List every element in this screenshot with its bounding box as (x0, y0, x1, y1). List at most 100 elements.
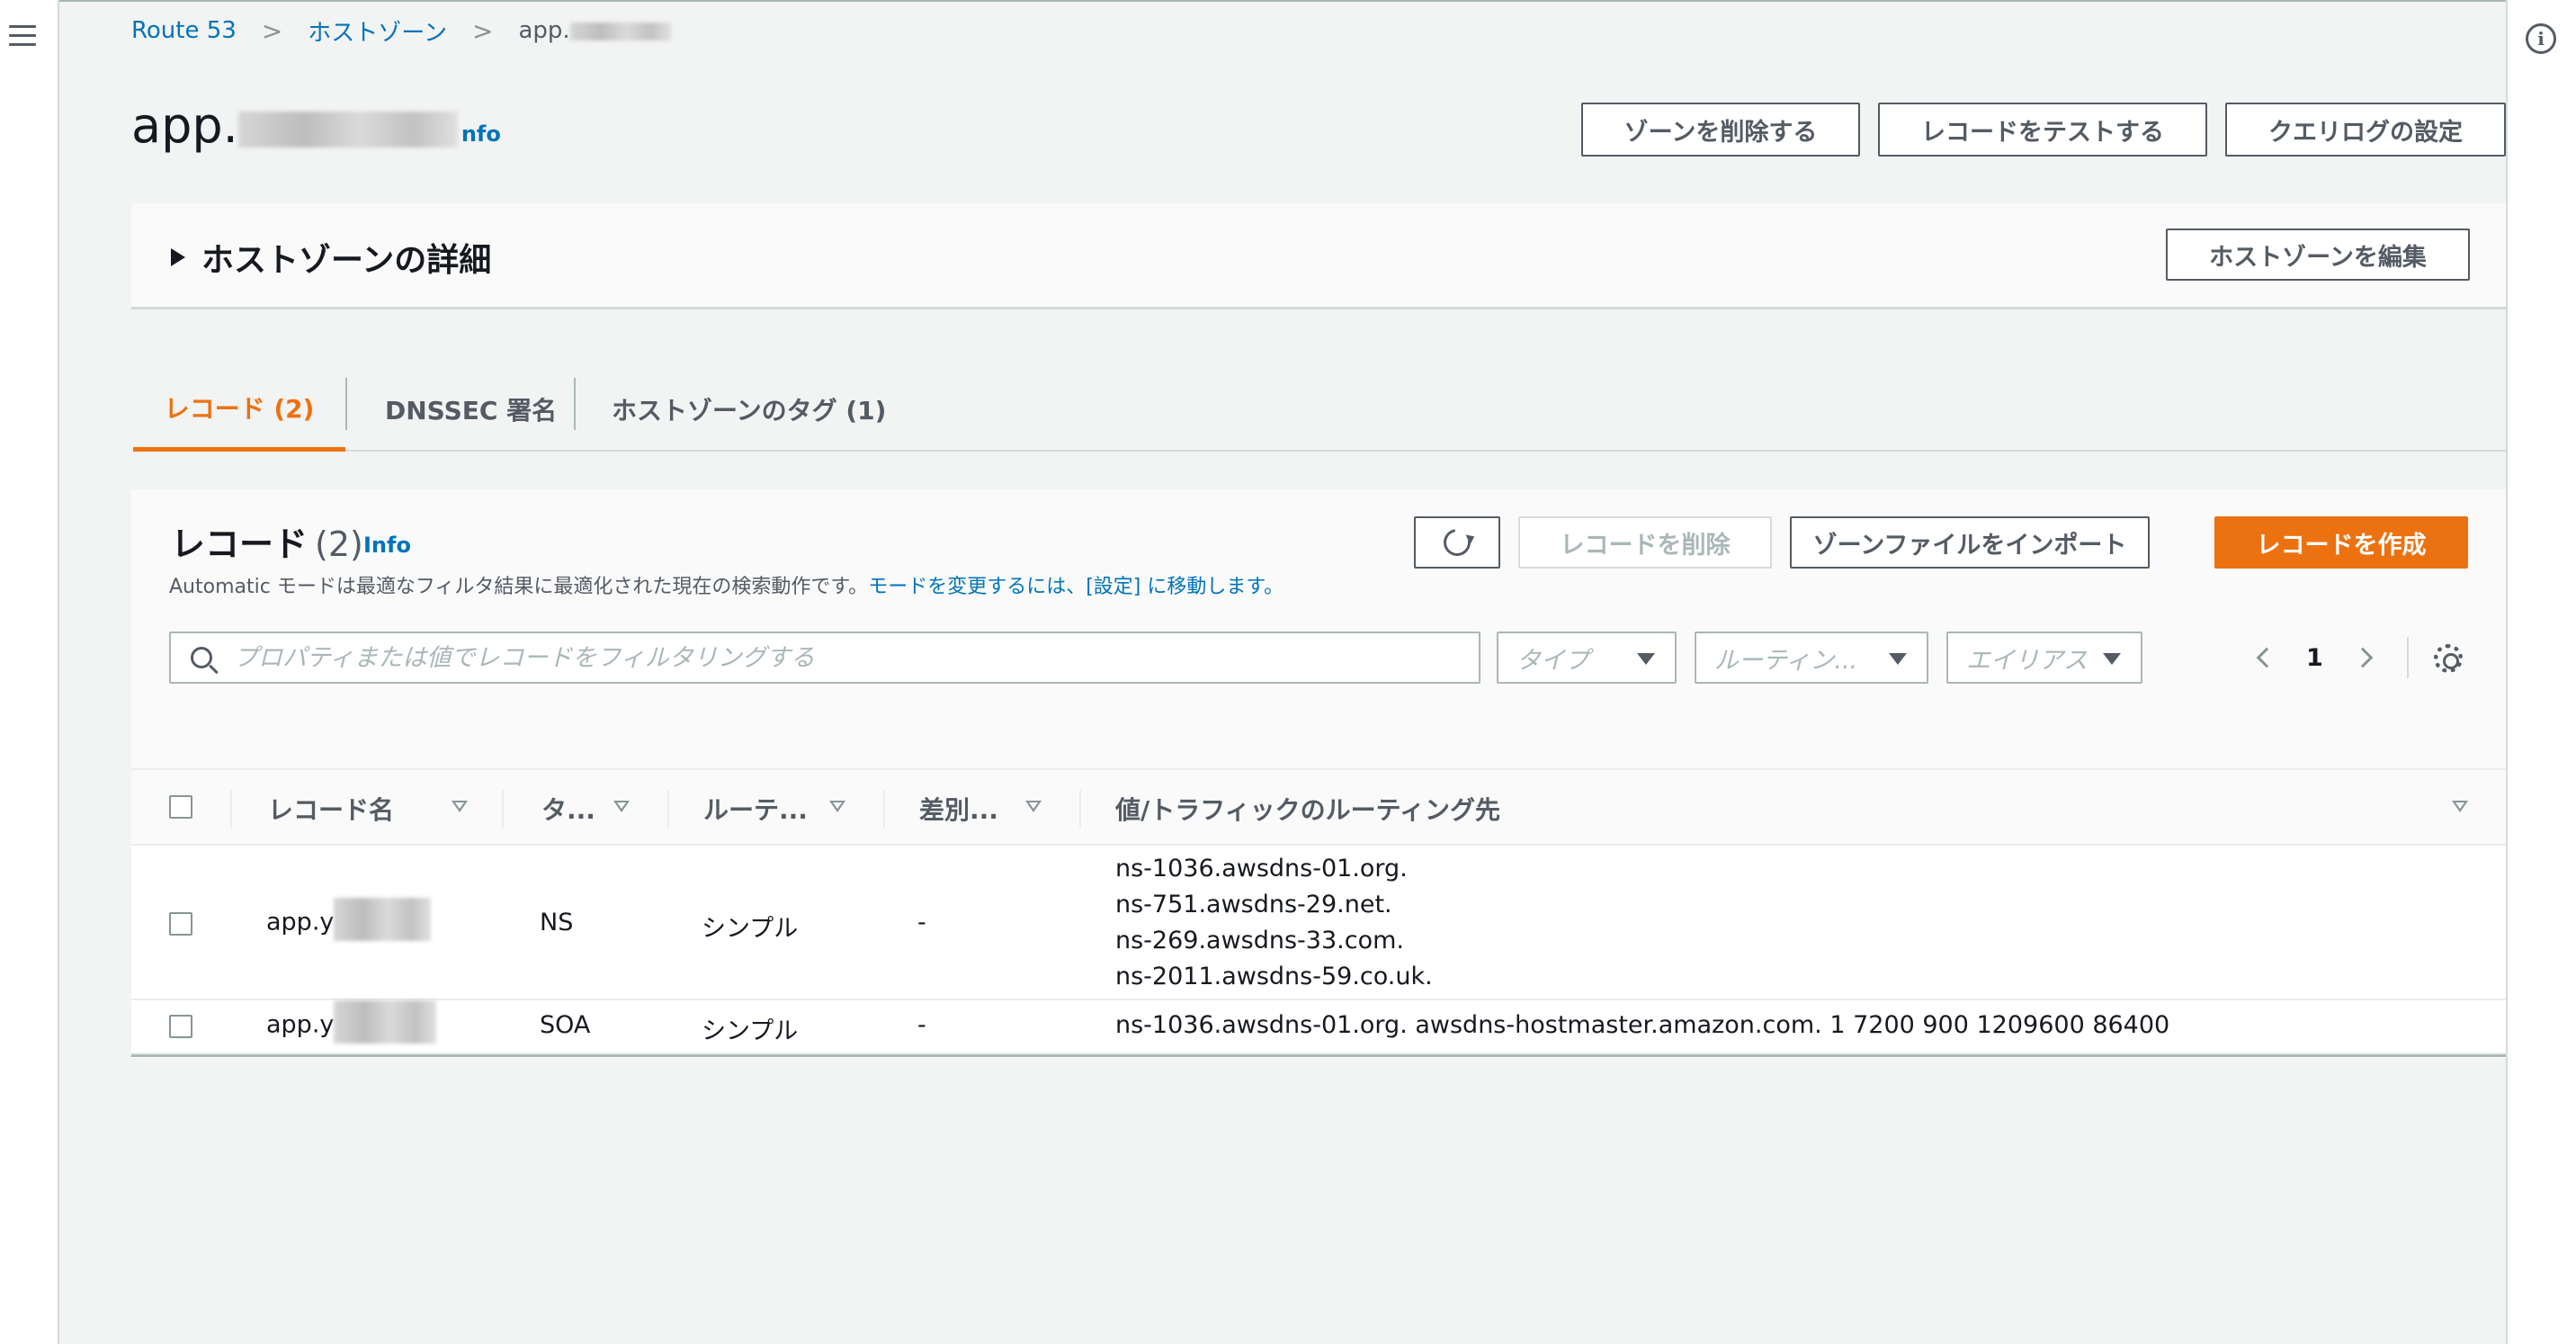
record-differentiator-cell: - (917, 1011, 926, 1039)
record-value-cell: ns-1036.awsdns-01.org. awsdns-hostmaster… (1115, 1011, 2170, 1039)
column-divider (883, 790, 885, 828)
record-value-line: ns-1036.awsdns-01.org. (1115, 855, 1408, 883)
page-title: app. nfo (131, 97, 501, 154)
record-name: app.y (266, 908, 335, 936)
records-count: (2) (315, 524, 363, 564)
tab-dnssec[interactable]: DNSSEC 署名 (385, 367, 557, 452)
gear-icon[interactable] (2434, 644, 2463, 673)
record-differentiator-cell: - (917, 909, 926, 936)
column-header-record-name[interactable]: レコード名 (268, 770, 394, 847)
records-description-text: Automatic モードは最適なフィルタ結果に最適化された現在の検索動作です。 (169, 576, 869, 598)
breadcrumb-route53-link[interactable]: Route 53 (131, 17, 237, 44)
record-value-line: ns-2011.awsdns-59.co.uk. (1115, 963, 1433, 990)
caret-down-icon (1637, 653, 1655, 665)
delete-zone-button[interactable]: ゾーンを削除する (1581, 103, 1860, 157)
hamburger-menu-icon[interactable] (9, 25, 36, 49)
pager-divider (2407, 637, 2409, 678)
info-link[interactable]: nfo (461, 121, 501, 147)
routing-filter-select[interactable]: ルーティン... (1695, 632, 1928, 684)
records-panel: レコード (2) Info Automatic モードは最適なフィルタ結果に最適化… (131, 489, 2506, 1058)
record-value-line: ns-269.awsdns-33.com. (1115, 927, 1404, 954)
redacted-text (334, 898, 432, 941)
page-title-text: app. (131, 97, 238, 154)
tab-divider (345, 378, 347, 430)
import-zone-file-button[interactable]: ゾーンファイルをインポート (1790, 516, 2150, 569)
column-header-value[interactable]: 値/トラフィックのルーティング先 (1115, 770, 1500, 847)
sort-icon[interactable] (1025, 801, 1042, 812)
redacted-text (237, 111, 458, 148)
record-value-line: ns-751.awsdns-29.net. (1115, 891, 1392, 918)
tab-bar: レコード (2) DNSSEC 署名 ホストゾーンのタグ (1) (133, 367, 2506, 452)
hosted-zone-details-panel: ホストゾーンの詳細 ホストゾーンを編集 (131, 203, 2506, 309)
records-panel-header: レコード (2) Info Automatic モードは最適なフィルタ結果に最適化… (131, 489, 2506, 768)
breadcrumb-current-label: app. (518, 17, 570, 44)
breadcrumb-current: app. (518, 17, 671, 44)
breadcrumb-hosted-zones-link[interactable]: ホストゾーン (308, 14, 447, 48)
page-number[interactable]: 1 (2306, 644, 2323, 672)
hosted-zone-details-toggle[interactable]: ホストゾーンの詳細 (171, 234, 491, 281)
chevron-right-icon: > (261, 15, 283, 46)
row-checkbox[interactable] (169, 1015, 192, 1038)
column-header-routing[interactable]: ルーテ... (703, 770, 808, 847)
record-name: app.y (266, 1010, 335, 1039)
table-row[interactable]: app.y SOA シンプル - ns-1036.awsdns-01.org. … (131, 1000, 2506, 1054)
records-info-link[interactable]: Info (363, 533, 411, 558)
record-name-cell: app.y (266, 898, 432, 941)
delete-record-button[interactable]: レコードを削除 (1518, 516, 1772, 569)
record-value-cell: ns-1036.awsdns-01.org. ns-751.awsdns-29.… (1115, 851, 1433, 995)
chevron-right-icon[interactable] (2352, 647, 2374, 668)
column-divider (667, 790, 669, 828)
tab-records[interactable]: レコード (2) (133, 367, 345, 452)
change-mode-link[interactable]: モードを変更するには、[設定] に移動します。 (868, 576, 1284, 598)
edit-hosted-zone-button[interactable]: ホストゾーンを編集 (2166, 228, 2470, 281)
record-type-cell: NS (540, 909, 574, 936)
column-divider (1079, 790, 1081, 828)
routing-filter-label: ルーティン... (1714, 646, 1858, 675)
hosted-zone-details-title: ホストゾーンの詳細 (201, 242, 492, 279)
records-table-header: レコード名 タ... ルーテ... 差別... 値/トラフィックのルーティング先 (131, 768, 2506, 846)
column-header-type[interactable]: タ... (541, 770, 595, 847)
info-icon[interactable]: i (2526, 23, 2556, 54)
caret-down-icon (1889, 653, 1907, 665)
records-title: レコード (2) (171, 516, 363, 566)
query-logging-button[interactable]: クエリログの設定 (2225, 103, 2506, 157)
record-search-input[interactable] (232, 642, 1479, 673)
row-checkbox[interactable] (169, 912, 192, 936)
alias-filter-select[interactable]: エイリアス (1946, 632, 2142, 684)
left-navigation-rail (0, 0, 59, 1344)
records-description: Automatic モードは最適なフィルタ結果に最適化された現在の検索動作です。… (169, 570, 1284, 599)
test-record-button[interactable]: レコードをテストする (1878, 103, 2207, 157)
sort-icon[interactable] (829, 801, 845, 812)
records-title-label: レコード (171, 524, 309, 564)
column-divider (502, 790, 504, 828)
right-help-rail: i (2506, 0, 2576, 1344)
caret-down-icon (2103, 653, 2121, 665)
top-border (0, 0, 2576, 2)
alias-filter-label: エイリアス (1966, 646, 2088, 675)
table-bottom-border (131, 1054, 2506, 1057)
refresh-icon (1438, 524, 1476, 561)
type-filter-select[interactable]: タイプ (1497, 632, 1677, 684)
tab-tags[interactable]: ホストゾーンのタグ (1) (612, 367, 886, 452)
create-record-button[interactable]: レコードを作成 (2214, 516, 2468, 569)
type-filter-label: タイプ (1516, 646, 1589, 675)
record-routing-cell: シンプル (702, 1017, 799, 1045)
caret-right-icon (171, 248, 185, 266)
refresh-button[interactable] (1414, 516, 1500, 569)
chevron-left-icon[interactable] (2256, 647, 2277, 668)
record-routing-cell: シンプル (702, 915, 799, 943)
record-search (169, 632, 1480, 684)
breadcrumb: Route 53 > ホストゾーン > app. (131, 14, 671, 47)
select-all-checkbox[interactable] (169, 795, 192, 819)
column-divider (230, 790, 232, 828)
table-row[interactable]: app.y NS シンプル - ns-1036.awsdns-01.org. n… (131, 846, 2506, 1000)
sort-icon[interactable] (613, 801, 630, 812)
column-header-differentiator[interactable]: 差別... (919, 770, 998, 847)
record-name-cell: app.y (266, 1000, 437, 1044)
redacted-text (334, 1000, 437, 1044)
record-type-cell: SOA (540, 1011, 591, 1039)
pagination: 1 (2254, 632, 2389, 684)
sort-icon[interactable] (2452, 801, 2468, 812)
sort-icon[interactable] (452, 801, 468, 812)
redacted-text (569, 22, 671, 40)
